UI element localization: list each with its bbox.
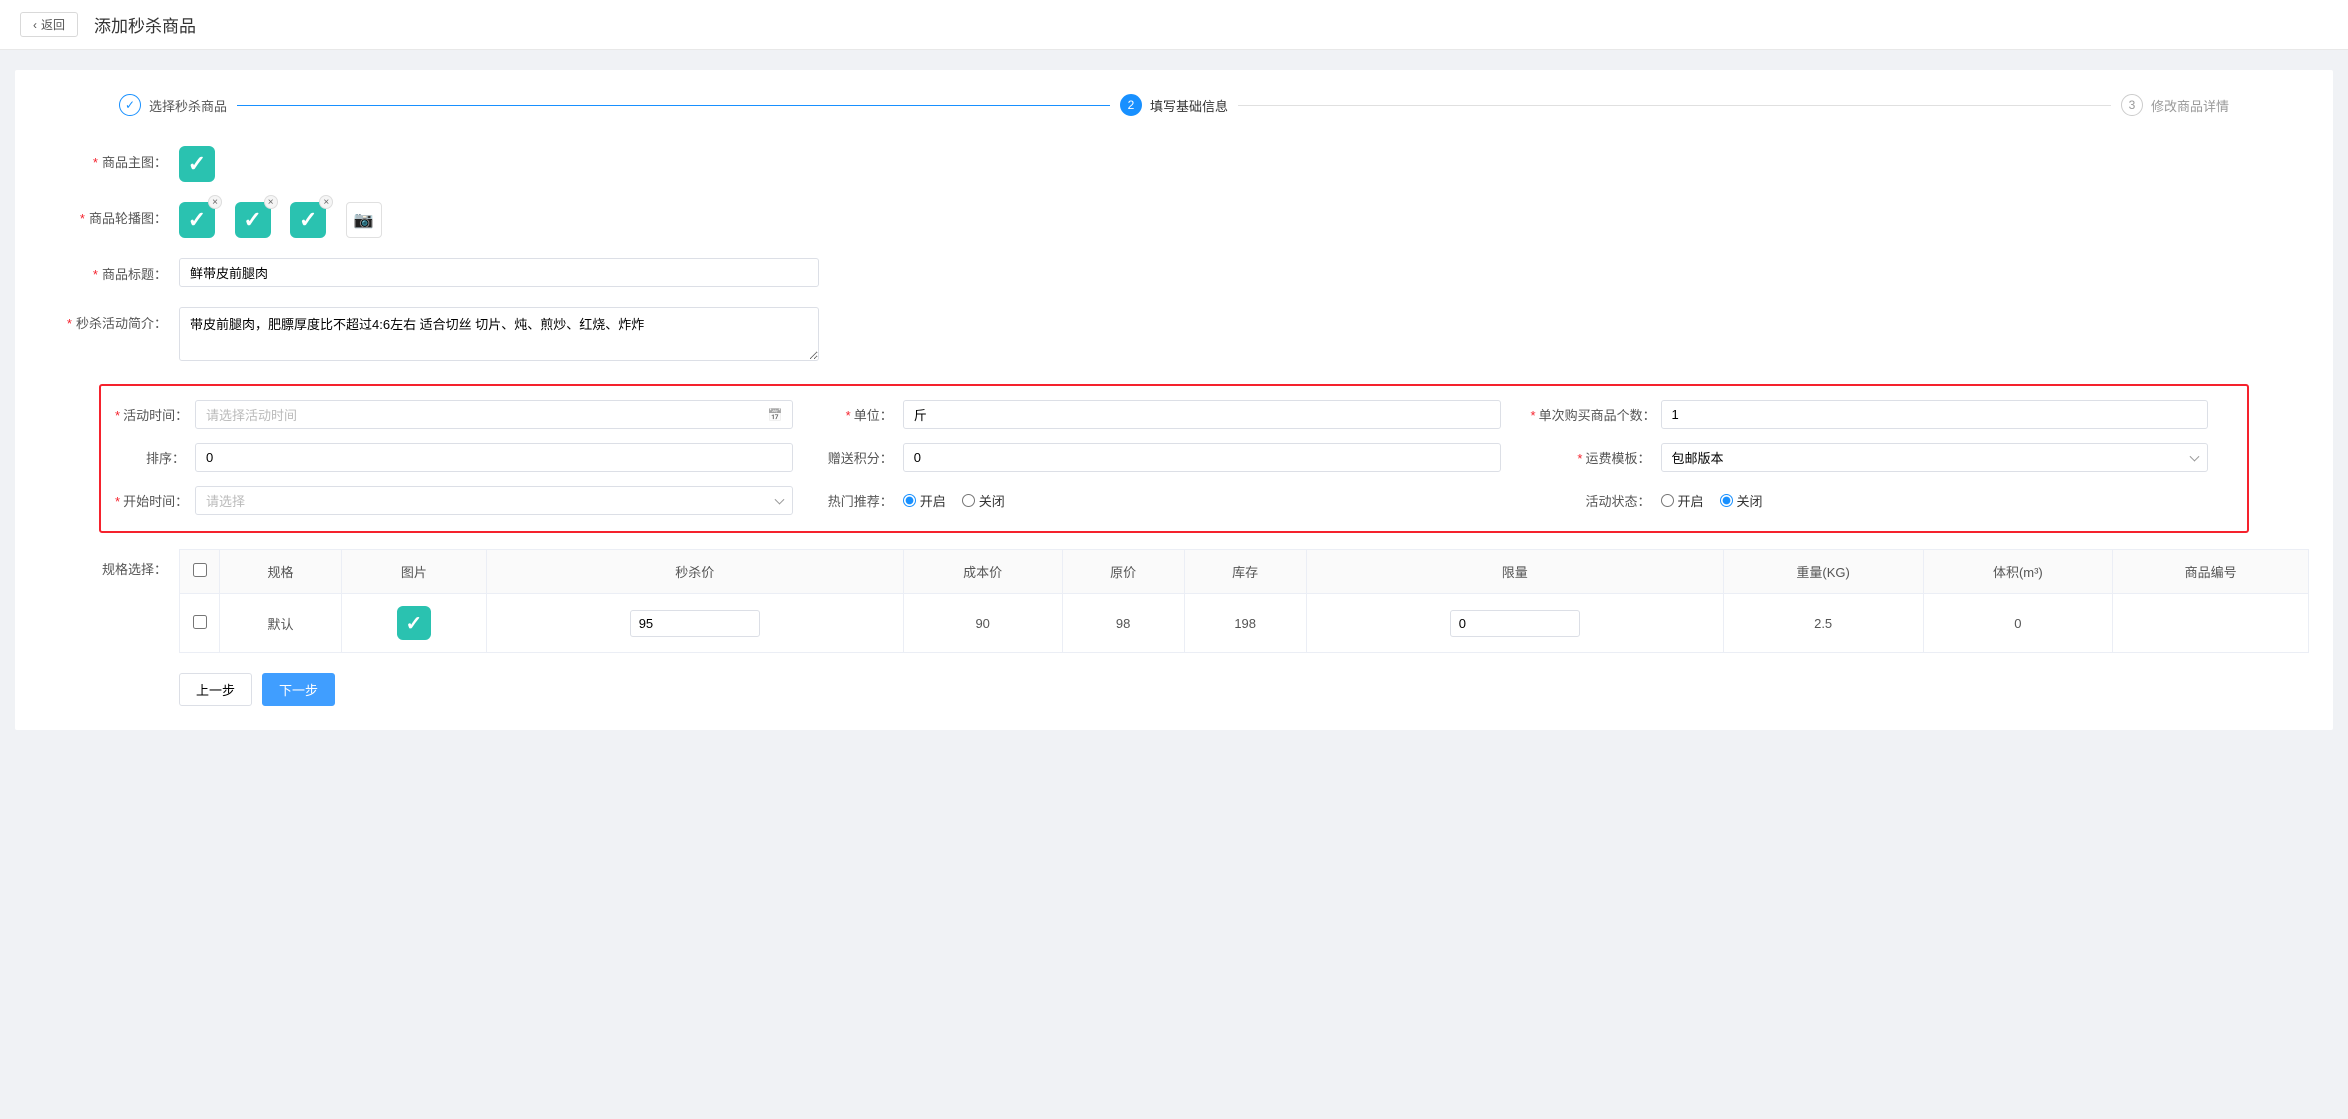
label-ship-tpl: 运费模板： bbox=[1585, 451, 1650, 466]
prev-button[interactable]: 上一步 bbox=[179, 673, 252, 706]
label-start-time: 开始时间： bbox=[123, 494, 188, 509]
status-radio-off[interactable]: 关闭 bbox=[1720, 491, 1763, 510]
th-limit: 限量 bbox=[1306, 550, 1723, 594]
label-spec-choose: 规格选择： bbox=[39, 549, 179, 578]
next-button[interactable]: 下一步 bbox=[262, 673, 335, 706]
product-title-input[interactable] bbox=[179, 258, 819, 287]
row-carousel: *商品轮播图： × × × 📷 bbox=[39, 202, 2309, 238]
step-line-1 bbox=[237, 105, 1110, 106]
page-header: ‹ 返回 添加秒杀商品 bbox=[0, 0, 2348, 50]
check-icon: ✓ bbox=[119, 94, 141, 116]
cell-spec: 默认 bbox=[220, 594, 342, 653]
label-main-image: *商品主图： bbox=[39, 146, 179, 171]
label-intro: *秒杀活动简介： bbox=[39, 307, 179, 332]
th-flash-price: 秒杀价 bbox=[486, 550, 903, 594]
checkmark-icon bbox=[243, 207, 261, 233]
highlight-section: *活动时间： *单位： *单次购买商品个数： 排序： 赠送积分： bbox=[99, 384, 2249, 533]
checkmark-icon bbox=[188, 207, 206, 233]
table-header-row: 规格 图片 秒杀价 成本价 原价 库存 限量 重量(KG) 体积(m³) 商品编… bbox=[180, 550, 2309, 594]
unit-input[interactable] bbox=[903, 400, 1501, 429]
cell-cost-price: 90 bbox=[903, 594, 1062, 653]
buy-limit-input[interactable] bbox=[1661, 400, 2209, 429]
label-status: 活动状态： bbox=[1585, 494, 1650, 509]
row-main-image: *商品主图： bbox=[39, 146, 2309, 182]
carousel-thumb-3[interactable]: × bbox=[290, 202, 326, 238]
carousel-thumb-2[interactable]: × bbox=[235, 202, 271, 238]
cell-orig-price: 98 bbox=[1062, 594, 1184, 653]
th-spec: 规格 bbox=[220, 550, 342, 594]
camera-icon: 📷 bbox=[354, 210, 374, 230]
ship-tpl-select[interactable] bbox=[1661, 443, 2209, 472]
points-input[interactable] bbox=[903, 443, 1501, 472]
step-3: 3 修改商品详情 bbox=[2121, 94, 2229, 116]
step-3-label: 修改商品详情 bbox=[2151, 96, 2229, 115]
close-icon[interactable]: × bbox=[264, 195, 278, 209]
status-radio-on[interactable]: 开启 bbox=[1661, 491, 1704, 510]
row-title: *商品标题： bbox=[39, 258, 2309, 287]
chevron-left-icon: ‹ bbox=[33, 18, 37, 32]
cell-weight: 2.5 bbox=[1723, 594, 1923, 653]
th-volume: 体积(m³) bbox=[1923, 550, 2113, 594]
hot-radio-off[interactable]: 关闭 bbox=[962, 491, 1005, 510]
cell-sku bbox=[2113, 594, 2309, 653]
th-sku: 商品编号 bbox=[2113, 550, 2309, 594]
label-points: 赠送积分： bbox=[828, 451, 893, 466]
step-line-2 bbox=[1238, 105, 2111, 106]
status-radio-group: 开启 关闭 bbox=[1661, 491, 1763, 510]
step-1-label: 选择秒杀商品 bbox=[149, 96, 227, 115]
th-stock: 库存 bbox=[1184, 550, 1306, 594]
event-time-picker[interactable] bbox=[195, 400, 793, 429]
label-event-time: 活动时间： bbox=[123, 408, 188, 423]
footer-buttons: 上一步 下一步 bbox=[179, 673, 2309, 706]
page-title: 添加秒杀商品 bbox=[94, 12, 196, 37]
back-button[interactable]: ‹ 返回 bbox=[20, 12, 78, 37]
limit-input[interactable] bbox=[1450, 610, 1580, 637]
th-cost-price: 成本价 bbox=[903, 550, 1062, 594]
checkmark-icon bbox=[405, 611, 422, 636]
label-hot: 热门推荐： bbox=[828, 494, 893, 509]
main-card: ✓ 选择秒杀商品 2 填写基础信息 3 修改商品详情 *商品主图： *商品轮播图… bbox=[15, 70, 2333, 730]
add-image-button[interactable]: 📷 bbox=[346, 202, 382, 238]
main-image-thumb[interactable] bbox=[179, 146, 215, 182]
carousel-thumb-1[interactable]: × bbox=[179, 202, 215, 238]
label-buy-limit: 单次购买商品个数： bbox=[1539, 408, 1656, 423]
label-carousel: *商品轮播图： bbox=[39, 202, 179, 227]
steps-bar: ✓ 选择秒杀商品 2 填写基础信息 3 修改商品详情 bbox=[119, 94, 2229, 116]
label-unit: 单位： bbox=[854, 408, 893, 423]
checkmark-icon bbox=[299, 207, 317, 233]
step-3-number: 3 bbox=[2121, 94, 2143, 116]
row-checkbox[interactable] bbox=[193, 615, 207, 629]
label-title: *商品标题： bbox=[39, 258, 179, 283]
step-1: ✓ 选择秒杀商品 bbox=[119, 94, 227, 116]
label-sort: 排序： bbox=[146, 451, 185, 466]
start-time-select[interactable] bbox=[195, 486, 793, 515]
spec-table: 规格 图片 秒杀价 成本价 原价 库存 限量 重量(KG) 体积(m³) 商品编… bbox=[179, 549, 2309, 653]
cell-volume: 0 bbox=[1923, 594, 2113, 653]
hot-radio-group: 开启 关闭 bbox=[903, 491, 1005, 510]
hot-radio-on[interactable]: 开启 bbox=[903, 491, 946, 510]
row-intro: *秒杀活动简介： bbox=[39, 307, 2309, 364]
close-icon[interactable]: × bbox=[208, 195, 222, 209]
cell-stock: 198 bbox=[1184, 594, 1306, 653]
step-2: 2 填写基础信息 bbox=[1120, 94, 1228, 116]
th-weight: 重量(KG) bbox=[1723, 550, 1923, 594]
sort-input[interactable] bbox=[195, 443, 793, 472]
back-label: 返回 bbox=[41, 16, 65, 33]
spec-image-thumb[interactable] bbox=[397, 606, 431, 640]
th-orig-price: 原价 bbox=[1062, 550, 1184, 594]
step-2-number: 2 bbox=[1120, 94, 1142, 116]
checkmark-icon bbox=[188, 151, 206, 177]
intro-textarea[interactable] bbox=[179, 307, 819, 361]
table-row: 默认 90 98 198 2.5 0 bbox=[180, 594, 2309, 653]
select-all-checkbox[interactable] bbox=[193, 563, 207, 577]
th-image: 图片 bbox=[342, 550, 487, 594]
close-icon[interactable]: × bbox=[319, 195, 333, 209]
step-2-label: 填写基础信息 bbox=[1150, 96, 1228, 115]
flash-price-input[interactable] bbox=[630, 610, 760, 637]
